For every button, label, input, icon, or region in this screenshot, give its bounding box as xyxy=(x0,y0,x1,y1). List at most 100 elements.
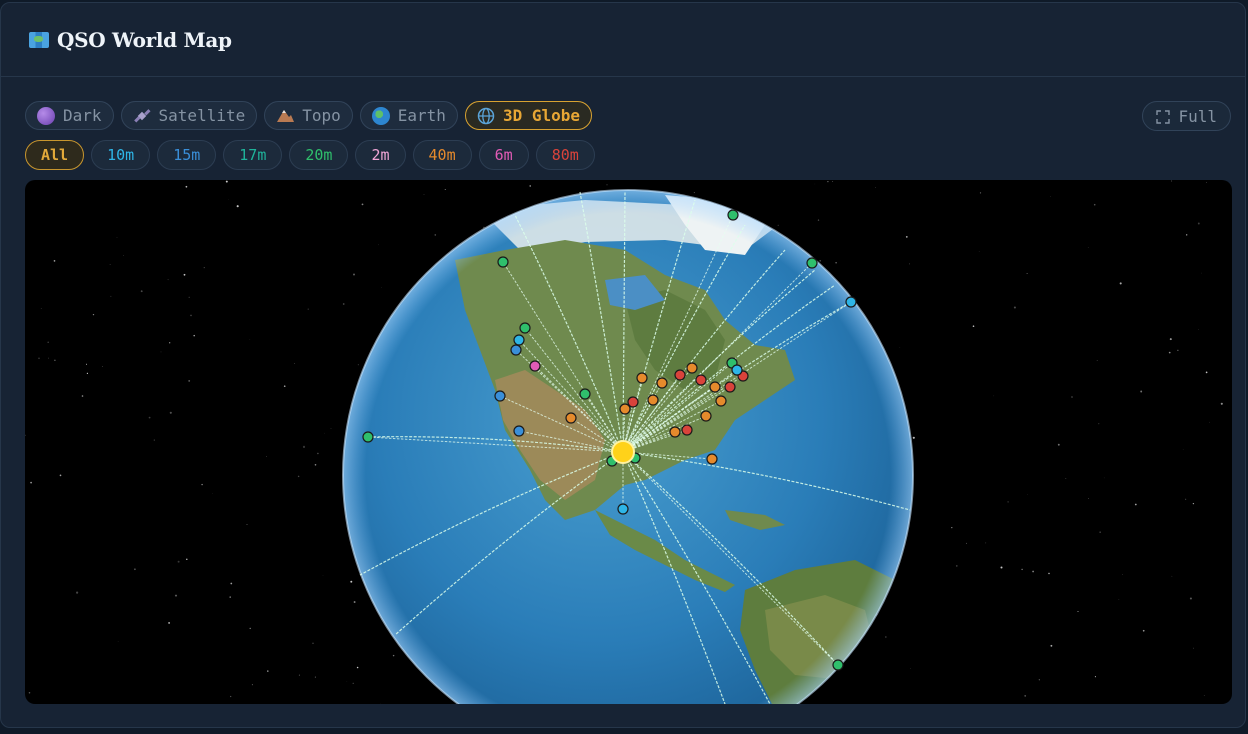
star xyxy=(246,524,248,526)
star xyxy=(1013,306,1016,309)
satellite-icon xyxy=(133,107,151,125)
qso-marker[interactable] xyxy=(845,296,857,308)
band-15m-button[interactable]: 15m xyxy=(157,140,217,170)
star xyxy=(92,313,95,316)
qso-marker[interactable] xyxy=(706,453,718,465)
star xyxy=(225,180,228,183)
star xyxy=(1118,599,1120,600)
band-40m-button[interactable]: 40m xyxy=(412,140,472,170)
qso-marker[interactable] xyxy=(656,377,668,389)
qso-marker[interactable] xyxy=(510,344,522,356)
star xyxy=(1099,531,1101,533)
star xyxy=(361,203,364,206)
qso-marker[interactable] xyxy=(681,424,693,436)
star xyxy=(1186,234,1188,236)
band-all-button[interactable]: All xyxy=(25,140,85,170)
star xyxy=(1094,676,1096,678)
band-20m-button[interactable]: 20m xyxy=(289,140,349,170)
band-2m-button[interactable]: 2m xyxy=(355,140,406,170)
star xyxy=(1119,282,1122,285)
star xyxy=(40,308,42,309)
band-80m-button[interactable]: 80m xyxy=(535,140,595,170)
star xyxy=(101,365,103,367)
style-earth-button[interactable]: Earth xyxy=(359,101,458,130)
qso-marker[interactable] xyxy=(565,412,577,424)
qso-marker[interactable] xyxy=(497,256,509,268)
qso-marker[interactable] xyxy=(731,364,743,376)
star xyxy=(134,568,136,571)
fullscreen-button[interactable]: Full xyxy=(1142,101,1231,131)
star xyxy=(1177,349,1179,351)
star xyxy=(819,259,822,262)
band-6m-button[interactable]: 6m xyxy=(478,140,529,170)
star xyxy=(912,436,915,439)
star xyxy=(978,251,980,252)
band-80m-label: 80m xyxy=(551,146,579,164)
star xyxy=(123,255,124,256)
qso-marker[interactable] xyxy=(529,360,541,372)
globe-viewport[interactable] xyxy=(25,180,1232,704)
band-2m-label: 2m xyxy=(371,146,390,164)
qso-marker[interactable] xyxy=(513,425,525,437)
star xyxy=(1140,390,1143,393)
star xyxy=(324,432,325,434)
star xyxy=(1168,351,1171,354)
star xyxy=(444,189,446,191)
star xyxy=(1050,644,1053,647)
panel-title-text: QSO World Map xyxy=(57,27,232,52)
panel-header: QSO World Map xyxy=(1,3,1245,77)
star xyxy=(188,379,191,382)
qso-marker[interactable] xyxy=(617,503,629,515)
home-station-marker[interactable] xyxy=(611,440,635,464)
star xyxy=(1093,203,1096,206)
qso-marker[interactable] xyxy=(647,394,659,406)
star xyxy=(28,691,31,694)
star xyxy=(48,357,49,359)
qso-marker[interactable] xyxy=(686,362,698,374)
qso-marker[interactable] xyxy=(513,334,525,346)
qso-map-panel: QSO World Map Dark Satellite Topo Earth xyxy=(0,2,1246,728)
star xyxy=(249,627,251,630)
qso-marker[interactable] xyxy=(619,403,631,415)
qso-marker[interactable] xyxy=(494,390,506,402)
style-3d-globe-button[interactable]: 3D Globe xyxy=(464,101,592,130)
qso-marker[interactable] xyxy=(636,372,648,384)
qso-marker[interactable] xyxy=(674,369,686,381)
qso-marker[interactable] xyxy=(709,381,721,393)
qso-marker[interactable] xyxy=(362,431,374,443)
qso-marker[interactable] xyxy=(806,257,818,269)
qso-marker[interactable] xyxy=(669,426,681,438)
star xyxy=(1197,222,1200,225)
star xyxy=(167,279,169,281)
qso-marker[interactable] xyxy=(519,322,531,334)
star xyxy=(59,474,62,477)
band-17m-button[interactable]: 17m xyxy=(223,140,283,170)
qso-marker[interactable] xyxy=(579,388,591,400)
star xyxy=(186,558,188,561)
qso-marker[interactable] xyxy=(715,395,727,407)
style-topo-button[interactable]: Topo xyxy=(264,101,353,130)
band-15m-label: 15m xyxy=(173,146,201,164)
star xyxy=(140,290,143,293)
star xyxy=(993,395,995,397)
star xyxy=(168,621,171,624)
star xyxy=(302,445,306,448)
globe-canvas[interactable] xyxy=(25,180,1232,704)
star xyxy=(174,594,178,597)
qso-marker[interactable] xyxy=(832,659,844,671)
qso-marker[interactable] xyxy=(727,209,739,221)
style-dark-button[interactable]: Dark xyxy=(25,101,114,130)
star xyxy=(267,670,269,672)
band-10m-button[interactable]: 10m xyxy=(91,140,151,170)
star xyxy=(1098,423,1100,425)
star xyxy=(342,303,345,305)
qso-marker[interactable] xyxy=(700,410,712,422)
qso-marker[interactable] xyxy=(627,396,639,408)
style-earth-label: Earth xyxy=(397,106,446,125)
star xyxy=(434,234,437,236)
style-satellite-button[interactable]: Satellite xyxy=(120,101,258,130)
qso-marker[interactable] xyxy=(724,381,736,393)
qso-marker[interactable] xyxy=(695,374,707,386)
star xyxy=(1096,360,1098,361)
star xyxy=(109,264,111,265)
